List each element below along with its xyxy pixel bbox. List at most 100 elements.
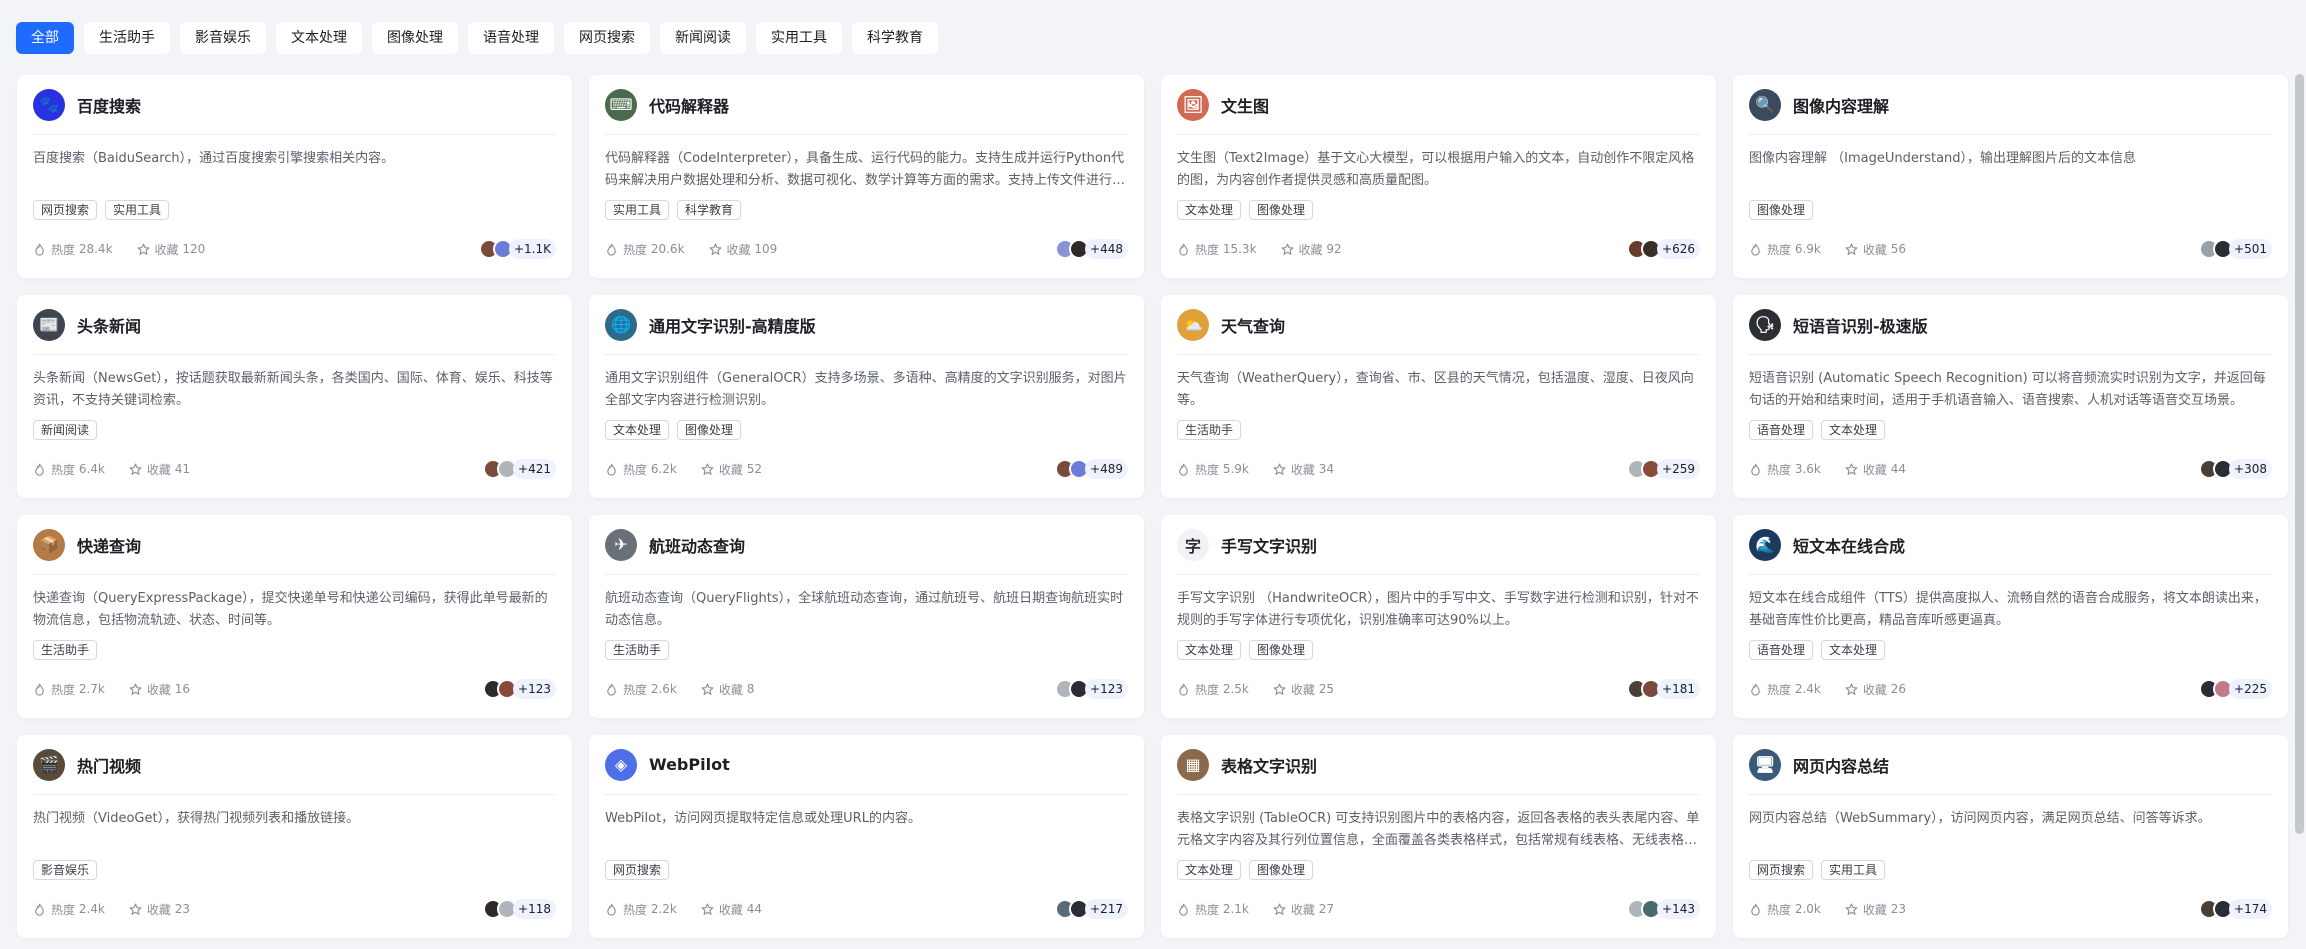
plugin-card[interactable]: ⛅ 天气查询 天气查询（WeatherQuery），查询省、市、区县的天气情况，… bbox=[1161, 295, 1716, 498]
speech-icon: 🗣 bbox=[1749, 308, 1781, 341]
plugin-description: 短语音识别 (Automatic Speech Recognition) 可以将… bbox=[1749, 371, 2266, 408]
plugin-card[interactable]: 🗣 短语音识别-极速版 短语音识别 (Automatic Speech Reco… bbox=[1733, 295, 2288, 498]
category-tab[interactable]: 全部 bbox=[16, 22, 74, 54]
favorite-stat[interactable]: 收藏 34 bbox=[1273, 461, 1334, 478]
favorite-stat[interactable]: 收藏 27 bbox=[1273, 901, 1334, 918]
user-count-badge: +181 bbox=[1657, 679, 1700, 699]
heat-value: 28.4k bbox=[78, 242, 113, 256]
plugin-name: 文生图 bbox=[1221, 96, 1270, 116]
card-footer: 热度 2.7k 收藏 16 +123 bbox=[33, 678, 556, 700]
card-footer: 热度 2.0k 收藏 23 +174 bbox=[1749, 898, 2272, 920]
flame-icon bbox=[1751, 683, 1760, 696]
plugin-card[interactable]: ✈ 航班动态查询 航班动态查询（QueryFlights），全球航班动态查询，通… bbox=[589, 515, 1144, 718]
user-avatars: +174 bbox=[2199, 899, 2272, 919]
plugin-name: 热门视频 bbox=[77, 756, 142, 776]
heat-label: 热度 bbox=[1195, 682, 1220, 697]
favorite-value: 34 bbox=[1318, 462, 1335, 476]
plugin-card[interactable]: 🌐 通用文字识别-高精度版 通用文字识别组件（GeneralOCR）支持多场景、… bbox=[589, 295, 1144, 498]
plugin-card[interactable]: ◈ WebPilot WebPilot，访问网页提取特定信息或处理URL的内容。… bbox=[589, 735, 1144, 938]
favorite-stat[interactable]: 收藏 120 bbox=[137, 241, 205, 258]
flame-icon bbox=[1751, 463, 1760, 476]
category-tab[interactable]: 新闻阅读 bbox=[660, 22, 746, 54]
favorite-stat[interactable]: 收藏 41 bbox=[129, 461, 190, 478]
plugin-card[interactable]: 🐾 百度搜索 百度搜索（BaiduSearch），通过百度搜索引擎搜索相关内容。… bbox=[17, 75, 572, 278]
plugin-card[interactable]: 字 手写文字识别 手写文字识别 （HandwriteOCR），图片中的手写中文、… bbox=[1161, 515, 1716, 718]
plugin-description: 代码解释器（CodeInterpreter），具备生成、运行代码的能力。支持生成… bbox=[605, 151, 1126, 188]
favorite-stat[interactable]: 收藏 8 bbox=[701, 681, 754, 698]
heat-value: 2.4k bbox=[78, 902, 105, 916]
plugin-card[interactable]: ⌨ 代码解释器 代码解释器（CodeInterpreter），具备生成、运行代码… bbox=[589, 75, 1144, 278]
category-tab[interactable]: 语音处理 bbox=[468, 22, 554, 54]
tag: 实用工具 bbox=[1821, 860, 1886, 880]
category-tab[interactable]: 科学教育 bbox=[852, 22, 938, 54]
star-icon bbox=[701, 903, 714, 915]
category-tab[interactable]: 影音娱乐 bbox=[180, 22, 266, 54]
plugin-tags: 图像处理 bbox=[1749, 200, 2272, 220]
category-tab[interactable]: 文本处理 bbox=[276, 22, 362, 54]
favorite-stat[interactable]: 收藏 25 bbox=[1273, 681, 1334, 698]
favorite-stat[interactable]: 收藏 44 bbox=[701, 901, 762, 918]
plugin-card[interactable]: 🌊 短文本在线合成 短文本在线合成组件（TTS）提供高度拟人、流畅自然的语音合成… bbox=[1733, 515, 2288, 718]
heat-label: 热度 bbox=[1195, 242, 1220, 257]
user-count-badge: +448 bbox=[1085, 239, 1128, 259]
tag: 网页搜索 bbox=[33, 200, 98, 220]
category-tab[interactable]: 图像处理 bbox=[372, 22, 458, 54]
heat-stat: 热度 28.4k bbox=[33, 241, 113, 258]
favorite-label: 收藏 bbox=[1290, 902, 1315, 917]
favorite-value: 44 bbox=[746, 902, 763, 916]
card-footer: 热度 6.4k 收藏 41 +421 bbox=[33, 458, 556, 480]
favorite-stat[interactable]: 收藏 26 bbox=[1845, 681, 1906, 698]
favorite-stat[interactable]: 收藏 56 bbox=[1845, 241, 1906, 258]
star-icon bbox=[1273, 683, 1286, 695]
plugin-grid: 🐾 百度搜索 百度搜索（BaiduSearch），通过百度搜索引擎搜索相关内容。… bbox=[17, 75, 2288, 938]
user-avatars: +259 bbox=[1627, 459, 1700, 479]
user-avatars: +181 bbox=[1627, 679, 1700, 699]
plugin-name: 网页内容总结 bbox=[1793, 756, 1890, 776]
scrollbar[interactable] bbox=[2295, 74, 2304, 834]
card-header: 🔍 图像内容理解 bbox=[1749, 75, 2272, 135]
plugin-card[interactable]: 🖼 文生图 文生图（Text2Image）基于文心大模型，可以根据用户输入的文本… bbox=[1161, 75, 1716, 278]
user-avatars: +421 bbox=[483, 459, 556, 479]
heat-label: 热度 bbox=[1195, 462, 1220, 477]
card-footer: 热度 3.6k 收藏 44 +308 bbox=[1749, 458, 2272, 480]
tag: 语音处理 bbox=[1749, 640, 1814, 660]
category-tab[interactable]: 生活助手 bbox=[84, 22, 170, 54]
plugin-name: 航班动态查询 bbox=[649, 536, 746, 556]
favorite-stat[interactable]: 收藏 92 bbox=[1281, 241, 1342, 258]
plugin-card[interactable]: 🎬 热门视频 热门视频（VideoGet），获得热门视频列表和播放链接。 影音娱… bbox=[17, 735, 572, 938]
plugin-card[interactable]: 🔍 图像内容理解 图像内容理解 （ImageUnderstand），输出理解图片… bbox=[1733, 75, 2288, 278]
favorite-label: 收藏 bbox=[146, 682, 171, 697]
flame-icon bbox=[1179, 243, 1188, 256]
favorite-stat[interactable]: 收藏 44 bbox=[1845, 461, 1906, 478]
card-header: 🎬 热门视频 bbox=[33, 735, 556, 795]
flame-icon bbox=[1751, 243, 1760, 256]
user-count-badge: +489 bbox=[1085, 459, 1128, 479]
plugin-card[interactable]: 📦 快递查询 快递查询（QueryExpressPackage），提交快递单号和… bbox=[17, 515, 572, 718]
plugin-name: 表格文字识别 bbox=[1221, 756, 1318, 776]
category-tab[interactable]: 实用工具 bbox=[756, 22, 842, 54]
plugin-card[interactable]: 📰 头条新闻 头条新闻（NewsGet），按话题获取最新新闻头条，各类国内、国际… bbox=[17, 295, 572, 498]
plugin-description: 通用文字识别组件（GeneralOCR）支持多场景、多语种、高精度的文字识别服务… bbox=[605, 371, 1127, 408]
favorite-stat[interactable]: 收藏 23 bbox=[129, 901, 190, 918]
plugin-card[interactable]: 🖥 网页内容总结 网页内容总结（WebSummary），访问网页内容，满足网页总… bbox=[1733, 735, 2288, 938]
user-count-badge: +626 bbox=[1657, 239, 1700, 259]
plugin-tags: 实用工具 科学教育 bbox=[605, 200, 1128, 220]
paw-icon: 🐾 bbox=[33, 88, 65, 121]
star-icon bbox=[701, 683, 714, 695]
favorite-value: 25 bbox=[1318, 682, 1335, 696]
plugin-card[interactable]: ▦ 表格文字识别 表格文字识别 (TableOCR) 可支持识别图片中的表格内容… bbox=[1161, 735, 1716, 938]
star-icon bbox=[1845, 683, 1858, 695]
favorite-stat[interactable]: 收藏 23 bbox=[1845, 901, 1906, 918]
star-icon bbox=[1845, 463, 1858, 475]
plugin-description: 快递查询（QueryExpressPackage），提交快递单号和快递公司编码，… bbox=[33, 591, 548, 628]
category-tab[interactable]: 网页搜索 bbox=[564, 22, 650, 54]
favorite-stat[interactable]: 收藏 52 bbox=[701, 461, 762, 478]
heat-stat: 热度 2.4k bbox=[33, 901, 105, 918]
favorite-stat[interactable]: 收藏 109 bbox=[709, 241, 777, 258]
favorite-stat[interactable]: 收藏 16 bbox=[129, 681, 190, 698]
plugin-description: 热门视频（VideoGet），获得热门视频列表和播放链接。 bbox=[33, 811, 360, 826]
star-icon bbox=[1273, 903, 1286, 915]
plugin-tags: 生活助手 bbox=[1177, 420, 1700, 440]
plugin-tags: 生活助手 bbox=[605, 640, 1128, 660]
user-count-badge: +501 bbox=[2229, 239, 2272, 259]
